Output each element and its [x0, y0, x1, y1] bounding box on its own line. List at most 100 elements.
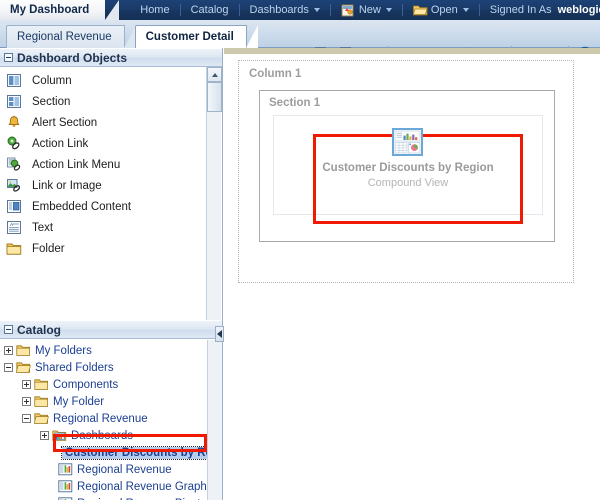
- pane-collapse-handle[interactable]: [215, 326, 224, 342]
- tree-item-my-folders[interactable]: My Folders: [0, 342, 207, 359]
- link-or-image-icon: [7, 179, 21, 192]
- nav-item-new[interactable]: New: [332, 0, 401, 20]
- tab-customer-detail-label: Customer Detail: [145, 31, 234, 43]
- nav-item-dashboards[interactable]: Dashboards: [241, 0, 329, 20]
- nav-item-catalog[interactable]: Catalog: [182, 0, 238, 20]
- catalog-header[interactable]: Catalog: [0, 320, 222, 339]
- text-icon: A: [7, 221, 21, 234]
- object-item-alert-section-label: Alert Section: [32, 116, 98, 129]
- nav-item-home-label: Home: [140, 4, 170, 16]
- tree-item-customer-discounts-by-region[interactable]: Customer Discounts by Region: [0, 444, 207, 461]
- report-icon: [58, 480, 73, 493]
- expand-icon[interactable]: [4, 346, 13, 355]
- object-item-column-label: Column: [32, 74, 72, 87]
- tree-item-regional-revenue-report[interactable]: Regional Revenue: [0, 461, 207, 478]
- brand-tab-label: My Dashboard: [10, 4, 90, 16]
- nav-divider: [401, 4, 403, 16]
- folder-closed-icon: [16, 345, 30, 356]
- object-item-action-link-menu[interactable]: Action Link Menu: [0, 154, 222, 175]
- section-item-area: Customer Discounts by Region Compound Vi…: [273, 115, 543, 224]
- global-header: My Dashboard Home Catalog Dashboards New…: [0, 0, 600, 20]
- nav-divider: [329, 4, 331, 16]
- tree-item-components[interactable]: Components: [0, 376, 207, 393]
- dashboard-objects-list: Column Section Alert Section Action Link…: [0, 67, 222, 320]
- tree-item-my-folder[interactable]: My Folder: [0, 393, 207, 410]
- object-item-link-or-image-label: Link or Image: [32, 179, 102, 192]
- section-label: Section 1: [269, 97, 321, 109]
- section-icon: [7, 95, 21, 108]
- global-nav: Home Catalog Dashboards New Open Signed …: [131, 0, 600, 20]
- report-icon: [58, 463, 73, 476]
- triangle-left-icon: [217, 330, 222, 338]
- collapse-icon[interactable]: [4, 363, 13, 372]
- tab-regional-revenue-label: Regional Revenue: [17, 31, 112, 43]
- brand-tab[interactable]: My Dashboard: [0, 0, 120, 20]
- object-item-action-link-menu-label: Action Link Menu: [32, 158, 121, 171]
- tree-item-my-folders-label: My Folders: [35, 344, 92, 357]
- chevron-down-icon: [313, 8, 320, 12]
- expand-icon[interactable]: [22, 397, 31, 406]
- folder-open-icon: [34, 413, 49, 424]
- catalog-scrollbar[interactable]: [207, 340, 222, 500]
- chevron-down-icon: [462, 8, 469, 12]
- object-item-text[interactable]: A Text: [0, 217, 222, 238]
- tree-item-regional-revenue-graph[interactable]: Regional Revenue Graph: [0, 478, 207, 495]
- object-item-text-label: Text: [32, 221, 54, 234]
- dashboard-section[interactable]: Section 1 Customer Discounts by Region C…: [259, 90, 555, 242]
- folder-icon: [412, 4, 428, 17]
- folder-open-icon: [16, 362, 31, 373]
- catalog-title: Catalog: [17, 322, 62, 337]
- tab-customer-detail[interactable]: Customer Detail: [134, 25, 259, 48]
- triangle-up-icon: [212, 73, 218, 77]
- nav-item-new-label: New: [358, 4, 381, 16]
- report-item-subtitle: Compound View: [367, 177, 449, 189]
- tree-item-regional-revenue-folder[interactable]: Regional Revenue: [0, 410, 207, 427]
- object-item-link-or-image[interactable]: Link or Image: [0, 175, 222, 196]
- dashboard-objects-header[interactable]: Dashboard Objects: [0, 48, 222, 67]
- dashboard-canvas: Column 1 Section 1 Customer Discounts by…: [224, 48, 600, 500]
- object-item-action-link[interactable]: Action Link: [0, 133, 222, 154]
- tab-regional-revenue[interactable]: Regional Revenue: [6, 25, 136, 48]
- object-item-alert-section[interactable]: Alert Section: [0, 112, 222, 133]
- chevron-down-icon: [385, 8, 392, 12]
- dashboard-column[interactable]: Column 1 Section 1 Customer Discounts by…: [238, 60, 574, 283]
- signed-in-user: weblogic: [557, 4, 600, 16]
- scrollbar-thumb[interactable]: [207, 82, 222, 112]
- report-item-title: Customer Discounts by Region: [322, 162, 494, 174]
- embedded-content-icon: [7, 200, 21, 213]
- tree-item-shared-folders[interactable]: Shared Folders: [0, 359, 207, 376]
- tree-item-regional-revenue-pivot[interactable]: Regional Revenue Pivot: [0, 495, 207, 500]
- nav-divider: [478, 4, 480, 16]
- scroll-up-button[interactable]: [207, 67, 222, 82]
- tree-item-dashboards[interactable]: Dashboards: [0, 427, 207, 444]
- folder-closed-icon: [34, 379, 48, 390]
- nav-item-home[interactable]: Home: [131, 0, 178, 20]
- object-item-section-label: Section: [32, 95, 71, 108]
- collapse-icon[interactable]: [4, 325, 13, 334]
- expand-icon[interactable]: [40, 431, 49, 440]
- nav-item-open[interactable]: Open: [404, 0, 478, 20]
- expand-icon[interactable]: [22, 380, 31, 389]
- object-item-column[interactable]: Column: [0, 70, 222, 91]
- tree-item-customer-discounts-by-region-label: Customer Discounts by Region: [60, 445, 207, 460]
- object-item-section[interactable]: Section: [0, 91, 222, 112]
- object-item-folder-label: Folder: [32, 242, 65, 255]
- tree-item-regional-revenue-graph-label: Regional Revenue Graph: [77, 480, 207, 493]
- tree-item-regional-revenue-report-label: Regional Revenue: [77, 463, 172, 476]
- tree-item-my-folder-label: My Folder: [53, 395, 105, 408]
- object-item-folder[interactable]: Folder: [0, 238, 222, 259]
- signed-in-as[interactable]: Signed In As weblogic: [481, 0, 600, 20]
- folder-closed-icon: [34, 396, 48, 407]
- folder-icon: [6, 243, 22, 255]
- collapse-icon[interactable]: [22, 414, 31, 423]
- nav-divider: [179, 4, 181, 16]
- action-link-menu-icon: [7, 157, 21, 171]
- nav-divider: [238, 4, 240, 16]
- collapse-icon[interactable]: [4, 53, 13, 62]
- object-item-embedded-content[interactable]: Embedded Content: [0, 196, 222, 217]
- object-item-embedded-content-label: Embedded Content: [32, 200, 132, 213]
- dashboard-objects-scrollbar[interactable]: [206, 67, 222, 320]
- object-item-action-link-label: Action Link: [32, 137, 89, 150]
- column-icon: [7, 74, 21, 87]
- tree-item-dashboards-label: Dashboards: [71, 429, 134, 442]
